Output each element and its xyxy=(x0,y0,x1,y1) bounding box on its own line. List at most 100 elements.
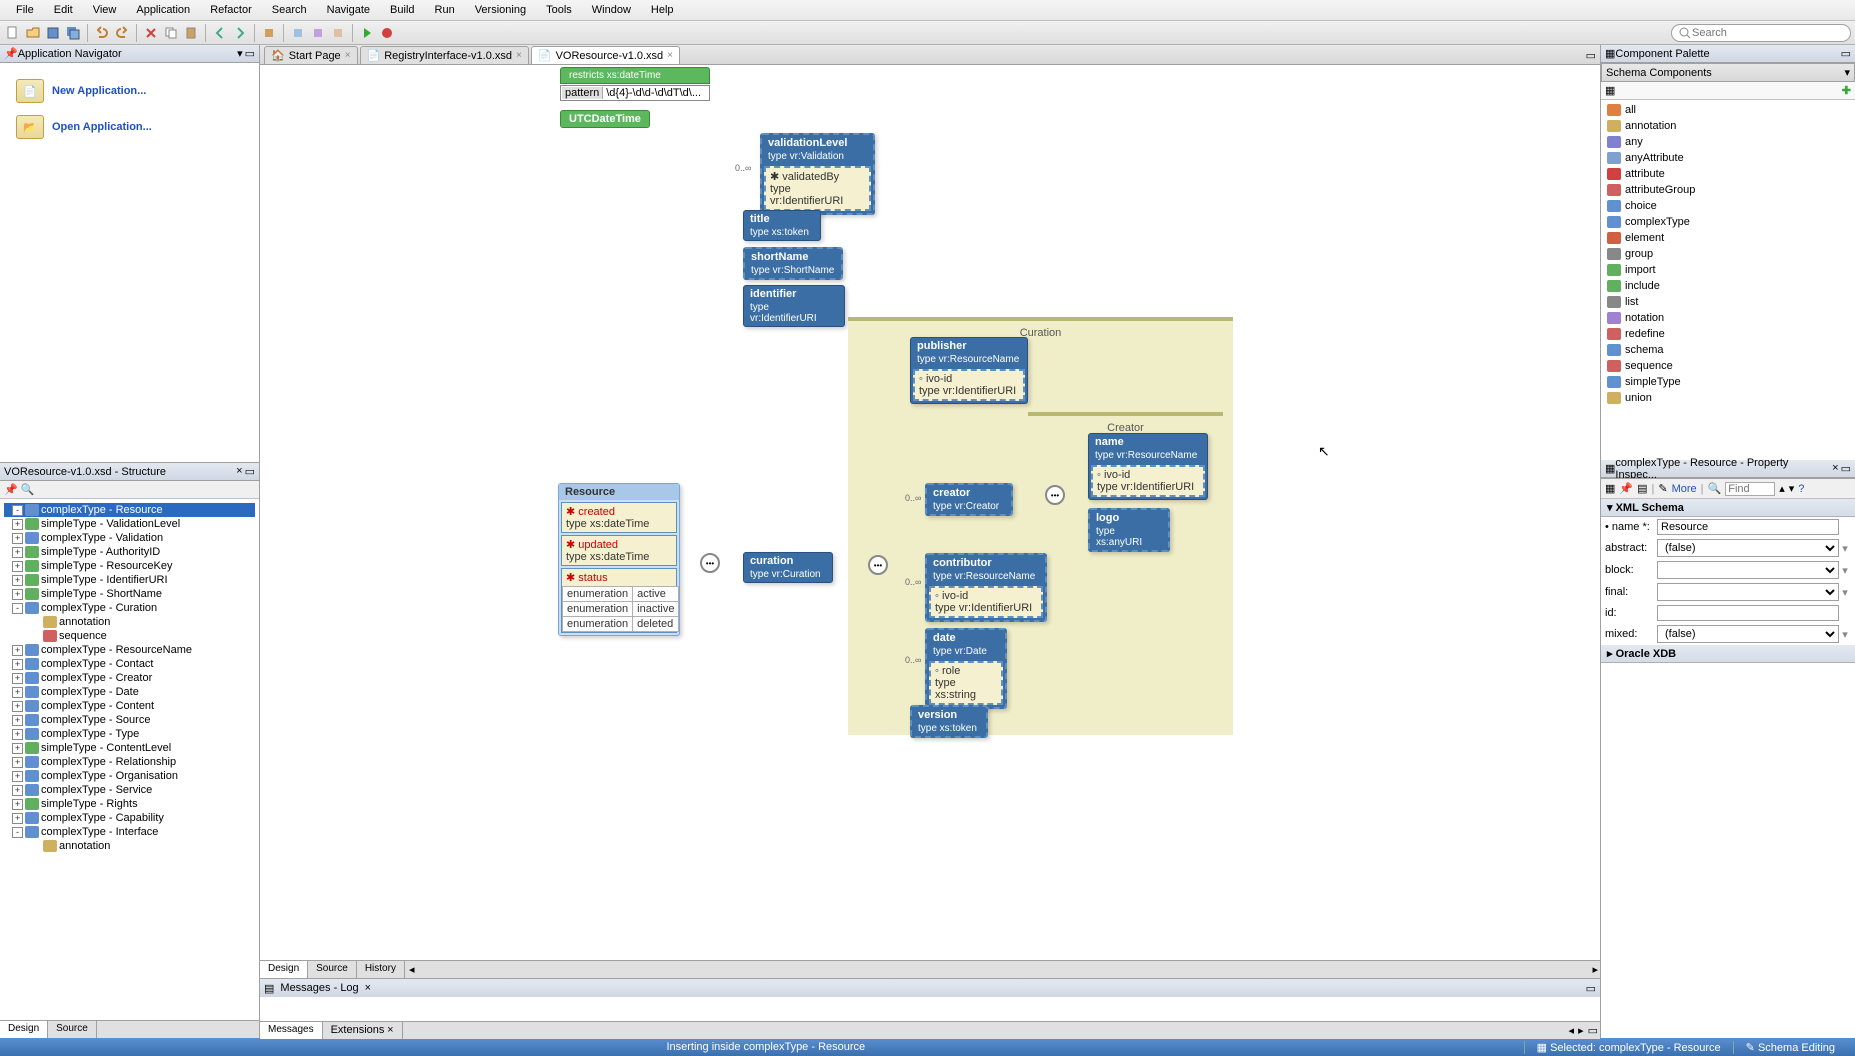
name-box[interactable]: name type vr:ResourceName ◦ ivo-id type … xyxy=(1088,433,1208,500)
scroll-right-icon[interactable]: ▸ xyxy=(1590,961,1600,978)
schema-canvas[interactable]: restricts xs:dateTime pattern \d{4}-\d\d… xyxy=(260,65,1600,960)
expand-icon[interactable]: + xyxy=(12,645,23,656)
edit-icon[interactable]: ✎ xyxy=(1658,482,1667,495)
expand-icon[interactable]: - xyxy=(12,505,23,516)
component3-icon[interactable] xyxy=(329,24,347,42)
messages-log-tab[interactable]: Messages - Log xyxy=(274,982,364,994)
search-input[interactable] xyxy=(1692,27,1844,39)
palette-item-redefine[interactable]: redefine xyxy=(1603,326,1853,342)
pin-icon[interactable]: 📌 xyxy=(1619,482,1633,495)
tree-item[interactable]: - complexType - Curation xyxy=(4,601,255,615)
tree-item[interactable]: + complexType - Validation xyxy=(4,531,255,545)
date-box[interactable]: date type vr:Date ◦ role type xs:string xyxy=(925,628,1007,709)
menu-search[interactable]: Search xyxy=(262,2,317,18)
xml-schema-section[interactable]: ▾ XML Schema xyxy=(1601,499,1855,517)
scroll-left-icon[interactable]: ◂ xyxy=(1567,1022,1577,1039)
menu-window[interactable]: Window xyxy=(582,2,641,18)
tab-start-page[interactable]: 🏠Start Page× xyxy=(264,46,358,64)
menu-refactor[interactable]: Refactor xyxy=(200,2,262,18)
inspector-input[interactable] xyxy=(1657,605,1839,621)
palette-item-include[interactable]: include xyxy=(1603,278,1853,294)
debug-icon[interactable] xyxy=(378,24,396,42)
close-icon[interactable]: × xyxy=(516,50,522,61)
tree-item[interactable]: + simpleType - ContentLevel xyxy=(4,741,255,755)
tree-item[interactable]: + complexType - Date xyxy=(4,685,255,699)
tree-item[interactable]: + simpleType - IdentifierURI xyxy=(4,573,255,587)
menu-run[interactable]: Run xyxy=(425,2,465,18)
expand-icon[interactable]: + xyxy=(12,799,23,810)
dropdown-icon[interactable]: ▾ xyxy=(1839,564,1851,577)
run-icon[interactable] xyxy=(358,24,376,42)
pin-icon[interactable]: 📌 xyxy=(4,484,18,496)
inspector-combo[interactable] xyxy=(1657,583,1839,601)
oracle-xdb-section[interactable]: ▸ Oracle XDB xyxy=(1601,645,1855,663)
menu-versioning[interactable]: Versioning xyxy=(465,2,536,18)
minimize-icon[interactable]: ▭ xyxy=(1586,1022,1600,1039)
sequence-connector-2[interactable]: ••• xyxy=(868,555,888,575)
tree-item[interactable]: + complexType - Relationship xyxy=(4,755,255,769)
component2-icon[interactable] xyxy=(309,24,327,42)
tree-item[interactable]: + simpleType - ShortName xyxy=(4,587,255,601)
expand-icon[interactable]: + xyxy=(12,589,23,600)
palette-item-sequence[interactable]: sequence xyxy=(1603,358,1853,374)
tab-design[interactable]: Design xyxy=(0,1021,48,1038)
tab-source[interactable]: Source xyxy=(48,1021,97,1038)
palette-item-import[interactable]: import xyxy=(1603,262,1853,278)
filter-icon[interactable]: 🔍 xyxy=(21,484,35,496)
palette-item-attribute[interactable]: attribute xyxy=(1603,166,1853,182)
palette-item-all[interactable]: all xyxy=(1603,102,1853,118)
maximize-icon[interactable]: ▭ xyxy=(1582,47,1600,64)
props-icon[interactable]: ▤ xyxy=(1637,482,1647,495)
redo-icon[interactable] xyxy=(113,24,131,42)
tree-item[interactable]: + complexType - Content xyxy=(4,699,255,713)
tree-item[interactable]: + complexType - ResourceName xyxy=(4,643,255,657)
undo-icon[interactable] xyxy=(93,24,111,42)
close-icon[interactable]: × xyxy=(365,982,371,994)
palette-item-notation[interactable]: notation xyxy=(1603,310,1853,326)
expand-icon[interactable]: + xyxy=(12,533,23,544)
expand-icon[interactable]: + xyxy=(12,729,23,740)
sequence-connector-3[interactable]: ••• xyxy=(1045,485,1065,505)
tree-item[interactable]: annotation xyxy=(4,615,255,629)
new-icon[interactable] xyxy=(4,24,22,42)
tree-item[interactable]: + complexType - Capability xyxy=(4,811,255,825)
expand-icon[interactable]: + xyxy=(12,771,23,782)
tree-item[interactable]: + complexType - Contact xyxy=(4,657,255,671)
close-icon[interactable]: × xyxy=(667,50,673,61)
menu-application[interactable]: Application xyxy=(126,2,200,18)
resource-box[interactable]: Resource ✱ created type xs:dateTime ✱ up… xyxy=(558,483,680,636)
contributor-box[interactable]: contributor type vr:ResourceName ◦ ivo-i… xyxy=(925,553,1047,622)
tree-item[interactable]: + simpleType - ValidationLevel xyxy=(4,517,255,531)
sequence-connector[interactable]: ••• xyxy=(700,553,720,573)
menu-edit[interactable]: Edit xyxy=(44,2,83,18)
tab-design[interactable]: Design xyxy=(260,961,308,978)
cut-icon[interactable] xyxy=(142,24,160,42)
inspector-combo[interactable]: (false) xyxy=(1657,625,1839,643)
inspector-combo[interactable] xyxy=(1657,561,1839,579)
tab-voresource[interactable]: 📄VOResource-v1.0.xsd× xyxy=(531,46,680,64)
pin-icon[interactable]: 📌 xyxy=(4,47,18,60)
publisher-box[interactable]: publisher type vr:ResourceName ◦ ivo-id … xyxy=(910,337,1028,404)
palette-item-union[interactable]: union xyxy=(1603,390,1853,406)
palette-item-choice[interactable]: choice xyxy=(1603,198,1853,214)
filter-icon[interactable]: ▦ xyxy=(1605,84,1615,97)
more-link[interactable]: More xyxy=(1672,483,1697,495)
tree-item[interactable]: - complexType - Interface xyxy=(4,825,255,839)
tab-source[interactable]: Source xyxy=(308,961,357,978)
expand-icon[interactable]: + xyxy=(12,519,23,530)
utc-timestamp-box[interactable]: restricts xs:dateTime xyxy=(560,67,710,84)
utcdatetime-box[interactable]: UTCDateTime xyxy=(560,110,650,128)
minimize-icon[interactable]: ▭ xyxy=(1841,47,1851,60)
tab-registry-interface[interactable]: 📄RegistryInterface-v1.0.xsd× xyxy=(360,46,529,64)
new-application-link[interactable]: 📄 New Application... xyxy=(10,73,249,109)
close-icon[interactable]: × xyxy=(236,465,242,478)
creator-box[interactable]: creator type vr:Creator xyxy=(925,483,1013,516)
open-icon[interactable] xyxy=(24,24,42,42)
back-icon[interactable] xyxy=(211,24,229,42)
expand-icon[interactable]: + xyxy=(12,715,23,726)
expand-icon[interactable]: - xyxy=(12,827,23,838)
expand-icon[interactable]: + xyxy=(12,659,23,670)
expand-icon[interactable]: + xyxy=(12,561,23,572)
scroll-right-icon[interactable]: ▸ xyxy=(1576,1022,1586,1039)
expand-icon[interactable]: + xyxy=(12,575,23,586)
